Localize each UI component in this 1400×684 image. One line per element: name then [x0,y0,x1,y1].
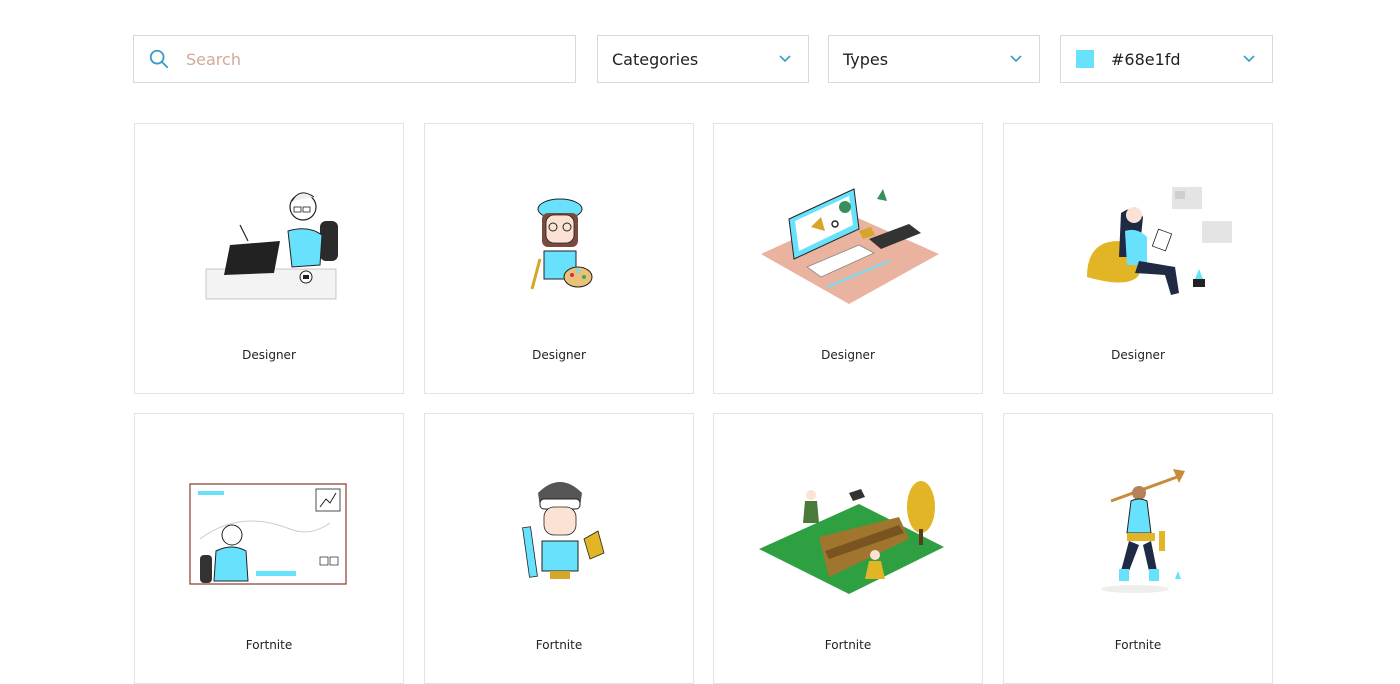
categories-dropdown-label: Categories [612,49,699,69]
gamer-with-blaster-illustration [522,482,605,579]
search-icon [149,49,169,69]
illustration-card[interactable]: Designer [713,123,983,394]
search-box[interactable] [133,35,576,83]
types-dropdown[interactable]: Types [828,35,1040,83]
card-caption: Fortnite [824,638,872,652]
categories-dropdown[interactable]: Categories [597,35,809,83]
chevron-down-icon [1010,55,1022,63]
color-picker-dropdown[interactable]: #68e1fd [1060,35,1273,83]
illustration-card[interactable]: Fortnite [1003,413,1273,684]
chevron-down-icon [779,55,791,63]
types-dropdown-label: Types [843,49,889,69]
isometric-workspace-illustration [761,188,939,304]
search-input[interactable] [184,48,548,70]
illustration-card[interactable]: Designer [134,123,404,394]
card-caption: Designer [532,348,586,362]
hero-with-pickaxe-illustration [1101,469,1185,593]
card-caption: Fortnite [535,638,583,652]
illustration-card[interactable]: Designer [1003,123,1273,394]
chevron-down-icon [1243,55,1255,63]
filter-toolbar: Categories Types #68e1fd [133,35,1273,85]
illustration-card[interactable]: Fortnite [424,413,694,684]
artist-with-palette-illustration [530,198,593,290]
woman-sketching-illustration [1087,187,1232,295]
color-dropdown-label: #68e1fd [1111,49,1181,69]
gamer-at-screen-illustration [189,483,347,585]
color-swatch [1076,50,1094,68]
card-caption: Designer [1111,348,1165,362]
card-caption: Fortnite [245,638,293,652]
isometric-battlefield-illustration [759,481,944,594]
illustration-card[interactable]: Designer [424,123,694,394]
illustration-card[interactable]: Fortnite [134,413,404,684]
card-caption: Fortnite [1114,638,1162,652]
card-caption: Designer [821,348,875,362]
designer-at-desk-illustration [205,192,338,300]
card-caption: Designer [242,348,296,362]
illustration-card[interactable]: Fortnite [713,413,983,684]
